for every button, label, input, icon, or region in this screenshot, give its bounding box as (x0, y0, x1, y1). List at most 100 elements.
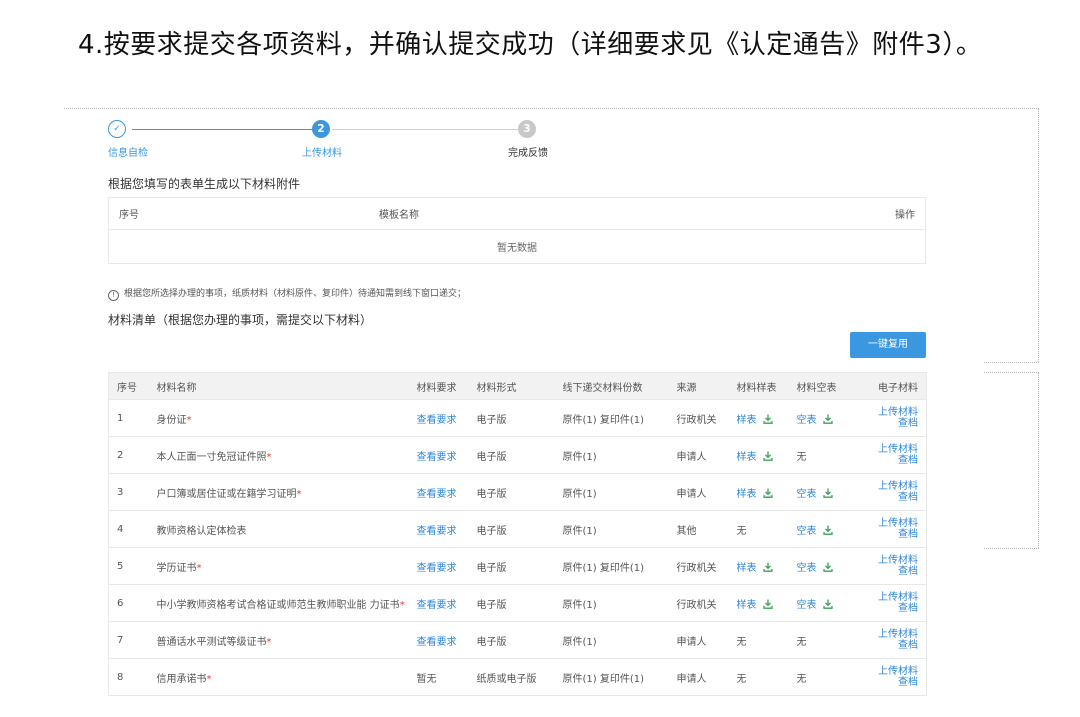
requirement-cell[interactable]: 查看要求 (408, 547, 469, 585)
blank-form-none: 无 (796, 636, 807, 648)
material-name: 身份证* (148, 399, 409, 437)
blank-form-cell: 无 (788, 436, 853, 474)
sample-form-cell: 样表 (728, 399, 789, 437)
column-header: 来源 (668, 372, 729, 400)
row-number: 1 (108, 399, 149, 437)
requirement-cell: 暂无 (408, 658, 469, 696)
required-marker: * (186, 414, 192, 426)
table-row: 8 信用承诺书* 暂无 纸质或电子版 原件(1) 复印件(1) 申请人无无上传材料 查档 (108, 658, 927, 696)
upload-material-button[interactable]: 上传材料 (861, 481, 918, 492)
one-click-reuse-button[interactable]: 一键复用 (850, 332, 926, 358)
sample-form-cell: 样表 (728, 436, 789, 474)
material-form: 电子版 (468, 510, 555, 548)
view-archive-button[interactable]: 查档 (861, 677, 918, 688)
row-number: 6 (108, 584, 149, 622)
requirement-cell[interactable]: 查看要求 (408, 510, 469, 548)
view-archive-button[interactable]: 查档 (861, 529, 918, 540)
offline-copies: 原件(1) 复印件(1) (554, 399, 669, 437)
dotted-border-right-upper (1038, 108, 1039, 362)
upload-material-button[interactable]: 上传材料 (861, 444, 918, 455)
offline-copies: 原件(1) (554, 436, 669, 474)
material-source: 行政机关 (668, 399, 729, 437)
download-icon[interactable] (822, 599, 833, 609)
download-icon[interactable] (822, 488, 833, 498)
download-icon[interactable] (762, 488, 773, 498)
required-marker: * (196, 562, 202, 574)
offline-copies: 原件(1) (554, 473, 669, 511)
upload-material-button[interactable]: 上传材料 (861, 592, 918, 603)
download-icon[interactable] (822, 525, 833, 535)
material-name-text: 身份证 (156, 414, 187, 426)
row-number: 7 (108, 621, 149, 659)
requirement-cell[interactable]: 查看要求 (408, 584, 469, 622)
material-source: 行政机关 (668, 547, 729, 585)
column-header: 材料空表 (788, 372, 853, 400)
view-archive-button[interactable]: 查档 (861, 640, 918, 651)
blank-form-link[interactable]: 空表 (797, 563, 817, 574)
blank-form-link[interactable]: 空表 (797, 489, 817, 500)
upload-material-button[interactable]: 上传材料 (861, 407, 918, 418)
material-name-text: 信用承诺书 (156, 673, 207, 685)
sample-form-none: 无 (736, 673, 747, 685)
sample-form-cell: 样表 (728, 584, 789, 622)
electronic-material-cell: 上传材料 查档 (852, 473, 927, 511)
blank-form-cell: 空表 (788, 473, 853, 511)
material-name: 信用承诺书* (148, 658, 409, 696)
material-name: 本人正面一寸免冠证件照* (148, 436, 409, 474)
upload-material-button[interactable]: 上传材料 (861, 666, 918, 677)
offline-copies: 原件(1) (554, 621, 669, 659)
sample-form-link[interactable]: 样表 (737, 489, 757, 500)
blank-form-link[interactable]: 空表 (797, 415, 817, 426)
table-row: 4 教师资格认定体检表 查看要求 电子版 原件(1) 其他无 空表 上传材料 查档 (108, 510, 927, 548)
material-name: 户口簿或居住证或在籍学习证明* (148, 473, 409, 511)
upload-material-button[interactable]: 上传材料 (861, 555, 918, 566)
material-form: 电子版 (468, 399, 555, 437)
blank-form-cell: 无 (788, 658, 853, 696)
sample-form-link[interactable]: 样表 (737, 600, 757, 611)
upload-material-button[interactable]: 上传材料 (861, 629, 918, 640)
download-icon[interactable] (822, 414, 833, 424)
table-row: 暂无数据 (108, 229, 926, 264)
blank-form-link[interactable]: 空表 (797, 526, 817, 537)
requirement-cell[interactable]: 查看要求 (408, 436, 469, 474)
row-number: 2 (108, 436, 149, 474)
row-number: 8 (108, 658, 149, 696)
view-archive-button[interactable]: 查档 (861, 455, 918, 466)
sample-form-cell: 样表 (728, 547, 789, 585)
download-icon[interactable] (762, 562, 773, 572)
table-row: 3 户口簿或居住证或在籍学习证明* 查看要求 电子版 原件(1) 申请人 样表 空表 上传材料查… (108, 473, 927, 511)
requirement-cell[interactable]: 查看要求 (408, 621, 469, 659)
column-header: 材料名称 (148, 372, 409, 400)
row-number: 5 (108, 547, 149, 585)
sample-form-link[interactable]: 样表 (737, 415, 757, 426)
download-icon[interactable] (822, 562, 833, 572)
material-name: 教师资格认定体检表 (148, 510, 409, 548)
view-archive-button[interactable]: 查档 (861, 418, 918, 429)
sample-form-cell: 无 (728, 510, 789, 548)
step-label: 完成反馈 (508, 148, 548, 159)
download-icon[interactable] (762, 414, 773, 424)
info-icon: ! (108, 290, 119, 301)
view-archive-button[interactable]: 查档 (861, 492, 918, 503)
dotted-border-right-lower (1038, 372, 1039, 548)
material-name: 学历证书* (148, 547, 409, 585)
blank-form-link[interactable]: 空表 (797, 600, 817, 611)
blank-form-cell: 空表 (788, 547, 853, 585)
sample-form-link[interactable]: 样表 (737, 452, 757, 463)
column-header: 材料要求 (408, 372, 469, 400)
material-source: 申请人 (668, 436, 729, 474)
material-form: 电子版 (468, 436, 555, 474)
view-archive-button[interactable]: 查档 (861, 566, 918, 577)
table-header-row: 序号 材料名称 材料要求 材料形式 线下递交材料份数 来源 材料样表 材料空表 … (108, 372, 927, 400)
requirement-cell[interactable]: 查看要求 (408, 473, 469, 511)
electronic-material-cell: 上传材料 查档 (852, 436, 927, 474)
notice-message: 根据您所选择办理的事项，纸质材料（材料原件、复印件）待通知需到线下窗口递交； (124, 289, 467, 299)
materials-table: 序号 材料名称 材料要求 材料形式 线下递交材料份数 来源 材料样表 材料空表 … (108, 372, 927, 696)
upload-material-button[interactable]: 上传材料 (861, 518, 918, 529)
requirement-cell[interactable]: 查看要求 (408, 399, 469, 437)
download-icon[interactable] (762, 599, 773, 609)
sample-form-link[interactable]: 样表 (737, 563, 757, 574)
download-icon[interactable] (762, 451, 773, 461)
view-archive-button[interactable]: 查档 (861, 603, 918, 614)
stepper-line-2 (332, 129, 518, 130)
